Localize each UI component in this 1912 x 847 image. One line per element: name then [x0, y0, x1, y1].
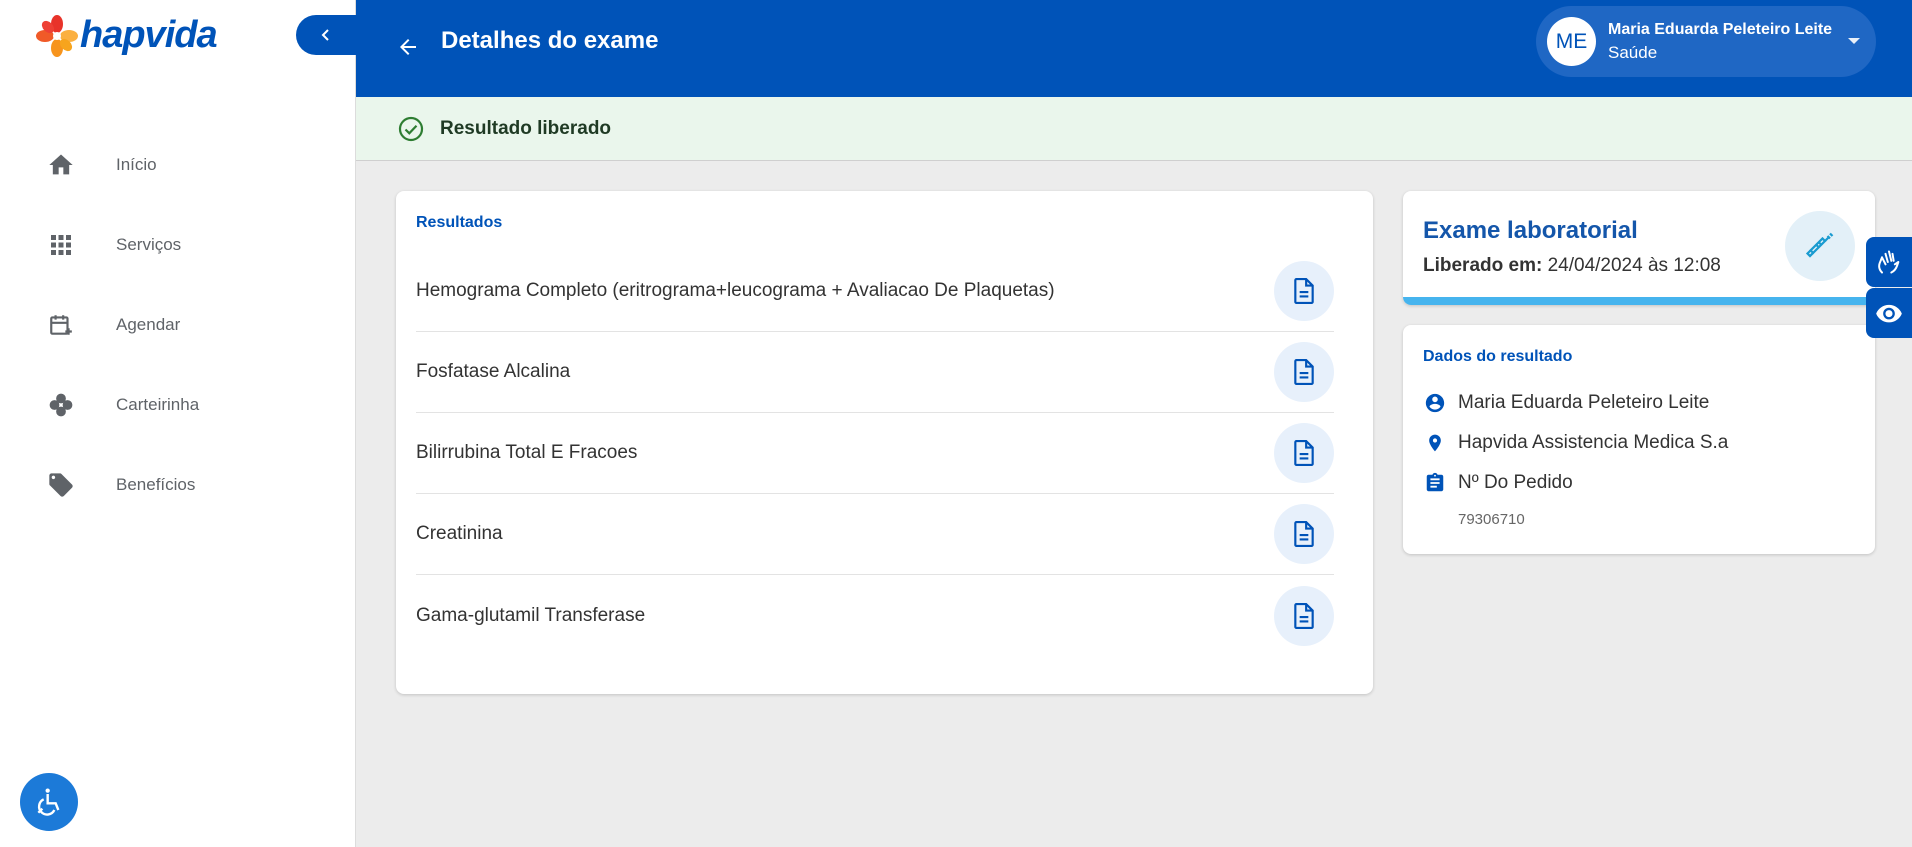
sidebar-nav: Início Serviços Agendar Carteirinha Bene…: [0, 125, 356, 525]
sidebar-item-label: Benefícios: [116, 475, 196, 494]
released-value: 24/04/2024 às 12:08: [1547, 255, 1721, 276]
order-label: Nº Do Pedido: [1458, 472, 1573, 493]
location-pin-icon: [1423, 431, 1447, 455]
check-circle-icon: [398, 116, 424, 142]
apps-grid-icon: [43, 227, 79, 263]
arrow-left-icon: [400, 39, 416, 55]
list-item: Creatinina: [416, 494, 1334, 575]
exam-release-date: Liberado em: 24/04/2024 às 12:08: [1423, 255, 1721, 277]
home-icon: [43, 147, 79, 183]
accessibility-button[interactable]: [20, 773, 78, 831]
sidebar-item-label: Serviços: [116, 235, 182, 254]
list-item: Bilirrubina Total E Fracoes: [416, 413, 1334, 494]
results-card: Resultados Hemograma Completo (eritrogra…: [396, 191, 1373, 694]
caret-down-icon: [1848, 38, 1860, 44]
visual-accessibility-button[interactable]: [1866, 288, 1912, 338]
view-result-button[interactable]: [1274, 342, 1334, 402]
hapvida-flower-icon: [36, 14, 78, 57]
collapse-sidebar-button[interactable]: [296, 15, 358, 55]
sign-language-icon: [1878, 250, 1900, 274]
status-text: Resultado liberado: [440, 117, 612, 139]
document-icon: [1294, 602, 1314, 629]
sign-language-button[interactable]: [1866, 237, 1912, 287]
sidebar-item-agendar[interactable]: Agendar: [0, 285, 356, 365]
result-name: Gama-glutamil Transferase: [416, 604, 646, 626]
results-heading: Resultados: [416, 214, 503, 231]
provider-row: Hapvida Assistencia Medica S.a: [1423, 431, 1728, 455]
document-icon: [1294, 521, 1314, 547]
sidebar-item-label: Início: [116, 155, 157, 174]
wheelchair-icon: [37, 788, 60, 816]
sidebar-item-beneficios[interactable]: Benefícios: [0, 445, 356, 525]
clipboard-icon: [1423, 471, 1447, 495]
document-icon: [1294, 278, 1314, 304]
result-data-heading: Dados do resultado: [1423, 348, 1573, 365]
view-result-button[interactable]: [1274, 423, 1334, 483]
sidebar-item-carteirinha[interactable]: Carteirinha: [0, 365, 356, 445]
exam-title: Exame laboratorial: [1423, 217, 1638, 244]
exam-accent-bar: [1403, 297, 1875, 305]
patient-row: Maria Eduarda Peleteiro Leite: [1423, 391, 1709, 415]
document-icon: [1294, 440, 1314, 466]
sidebar-item-inicio[interactable]: Início: [0, 125, 356, 205]
provider-name: Hapvida Assistencia Medica S.a: [1458, 432, 1729, 453]
exam-card: Exame laboratorial Liberado em: 24/04/20…: [1403, 191, 1875, 305]
sidebar-item-label: Carteirinha: [116, 395, 200, 414]
user-name: Maria Eduarda Peleteiro Leite: [1608, 20, 1833, 38]
result-name: Creatinina: [416, 523, 503, 544]
view-result-button[interactable]: [1274, 504, 1334, 564]
patient-name: Maria Eduarda Peleteiro Leite: [1458, 392, 1710, 413]
user-menu[interactable]: ME Maria Eduarda Peleteiro Leite Saúde: [1536, 6, 1876, 77]
avatar: ME: [1547, 17, 1596, 66]
account-circle-icon: [1423, 391, 1447, 415]
result-data-card: Dados do resultado Maria Eduarda Peletei…: [1403, 325, 1875, 554]
list-item: Fosfatase Alcalina: [416, 332, 1334, 413]
eye-icon: [1876, 304, 1902, 323]
result-name: Hemograma Completo (eritrograma+leucogra…: [416, 280, 1055, 301]
sidebar: hapvida Início Serviços Agendar Carteiri…: [0, 0, 358, 847]
view-result-button[interactable]: [1274, 585, 1334, 646]
result-name: Bilirrubina Total E Fracoes: [416, 442, 638, 463]
tag-icon: [43, 467, 79, 503]
status-banner: Resultado liberado: [356, 97, 1912, 161]
list-item: Gama-glutamil Transferase: [416, 575, 1334, 656]
list-item: Hemograma Completo (eritrograma+leucogra…: [416, 251, 1334, 332]
document-icon: [1294, 359, 1314, 385]
results-list: Hemograma Completo (eritrograma+leucogra…: [416, 251, 1334, 656]
back-button[interactable]: [386, 25, 430, 69]
order-row: Nº Do Pedido: [1423, 471, 1573, 495]
syringe-icon: [1785, 211, 1855, 281]
result-name: Fosfatase Alcalina: [416, 361, 571, 382]
calendar-add-icon: [43, 307, 79, 343]
brand-name: hapvida: [80, 14, 218, 56]
page-title: Detalhes do exame: [441, 27, 659, 54]
sidebar-item-servicos[interactable]: Serviços: [0, 205, 356, 285]
sidebar-item-label: Agendar: [116, 315, 181, 334]
hapvida-logo[interactable]: hapvida: [36, 14, 218, 57]
top-header: Detalhes do exame ME Maria Eduarda Pelet…: [356, 0, 1912, 97]
user-plan: Saúde: [1608, 42, 1658, 62]
clover-icon: [43, 387, 79, 423]
chevron-left-icon: [321, 29, 329, 41]
view-result-button[interactable]: [1274, 261, 1334, 321]
order-number: 79306710: [1458, 511, 1525, 528]
released-label: Liberado em:: [1423, 255, 1543, 276]
